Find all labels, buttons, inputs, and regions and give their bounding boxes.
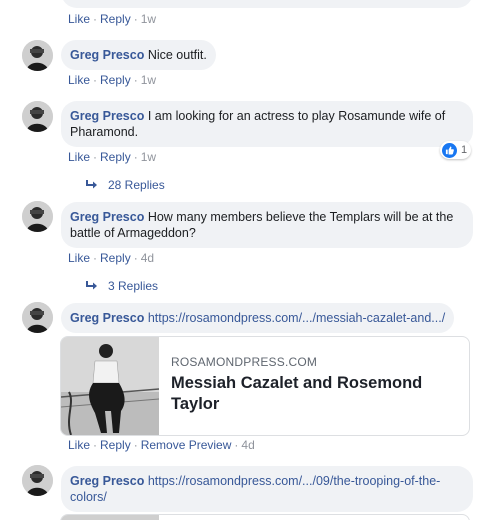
link-preview-title[interactable]: Messiah Cazalet and Rosemond Taylor bbox=[171, 373, 441, 415]
replies-count-label: 3 Replies bbox=[108, 279, 159, 293]
reply-link[interactable]: Reply bbox=[100, 251, 131, 265]
comment-actions: Like · Reply · 1w bbox=[68, 12, 157, 26]
timestamp[interactable]: 1w bbox=[141, 73, 156, 87]
reaction-badge[interactable]: 1 bbox=[440, 141, 472, 159]
comment-text: Nice outfit. bbox=[147, 48, 207, 62]
comment-author[interactable]: Greg Presco bbox=[70, 109, 144, 123]
comment-author[interactable]: Greg Presco bbox=[70, 311, 144, 325]
link-preview-card[interactable]: ROSAMONDPRESS.COM Messiah Cazalet and Ro… bbox=[60, 336, 470, 436]
avatar-image bbox=[22, 302, 53, 333]
like-reaction-icon bbox=[442, 142, 457, 158]
comment-bubble: Greg Presco Nice outfit. bbox=[61, 40, 216, 70]
link-preview-text: ROSAMONDPRESS.COM Messiah Cazalet and Ro… bbox=[171, 355, 441, 415]
comment-bubble: Greg Presco https://rosamondpress.com/..… bbox=[61, 466, 473, 512]
avatar-image bbox=[22, 201, 53, 232]
avatar-image bbox=[22, 40, 53, 71]
link-preview-image bbox=[61, 337, 159, 435]
avatar[interactable] bbox=[22, 302, 53, 333]
avatar[interactable] bbox=[22, 201, 53, 232]
view-replies-link[interactable]: 28 Replies bbox=[85, 178, 165, 192]
timestamp[interactable]: 1w bbox=[141, 12, 156, 26]
reply-arrow-icon bbox=[86, 180, 97, 189]
like-link[interactable]: Like bbox=[68, 438, 90, 452]
comment-bubble: Greg Presco How many members believe the… bbox=[61, 202, 473, 248]
comment-bubble: Greg Presco I am looking for an actress … bbox=[61, 101, 473, 147]
link-preview-site: ROSAMONDPRESS.COM bbox=[171, 355, 318, 369]
timestamp[interactable]: 1w bbox=[141, 150, 156, 164]
avatar[interactable] bbox=[22, 465, 53, 496]
comment-author[interactable]: Greg Presco bbox=[70, 210, 144, 224]
reply-link[interactable]: Reply bbox=[100, 150, 131, 164]
avatar[interactable] bbox=[22, 40, 53, 71]
comment-bubble-partial bbox=[61, 0, 473, 8]
reply-link[interactable]: Reply bbox=[100, 12, 131, 26]
comment-actions: Like · Reply · 1w bbox=[68, 73, 157, 87]
comment-author[interactable]: Greg Presco bbox=[70, 48, 144, 62]
comment-link[interactable]: https://rosamondpress.com/.../messiah-ca… bbox=[148, 311, 445, 325]
like-link[interactable]: Like bbox=[68, 12, 90, 26]
avatar-image bbox=[22, 465, 53, 496]
remove-preview-link[interactable]: Remove Preview bbox=[141, 438, 232, 452]
link-preview-card-partial[interactable] bbox=[60, 514, 470, 520]
reply-link[interactable]: Reply bbox=[100, 438, 131, 452]
like-link[interactable]: Like bbox=[68, 251, 90, 265]
avatar[interactable] bbox=[22, 101, 53, 132]
avatar-image bbox=[22, 101, 53, 132]
comment-author[interactable]: Greg Presco bbox=[70, 474, 144, 488]
like-link[interactable]: Like bbox=[68, 150, 90, 164]
timestamp[interactable]: 4d bbox=[241, 438, 254, 452]
reply-arrow-icon bbox=[86, 281, 97, 290]
comment-actions: Like · Reply · 1w bbox=[68, 150, 157, 164]
reaction-count: 1 bbox=[461, 144, 468, 156]
like-link[interactable]: Like bbox=[68, 73, 90, 87]
comment-bubble: Greg Presco https://rosamondpress.com/..… bbox=[61, 303, 455, 333]
timestamp[interactable]: 4d bbox=[141, 251, 154, 265]
comment-actions: Like · Reply · 4d bbox=[68, 251, 155, 265]
comment-actions: Like · Reply · Remove Preview · 4d bbox=[68, 438, 255, 452]
view-replies-link[interactable]: 3 Replies bbox=[85, 279, 158, 293]
replies-count-label: 28 Replies bbox=[108, 178, 165, 192]
link-preview-image bbox=[61, 515, 159, 520]
reply-link[interactable]: Reply bbox=[100, 73, 131, 87]
